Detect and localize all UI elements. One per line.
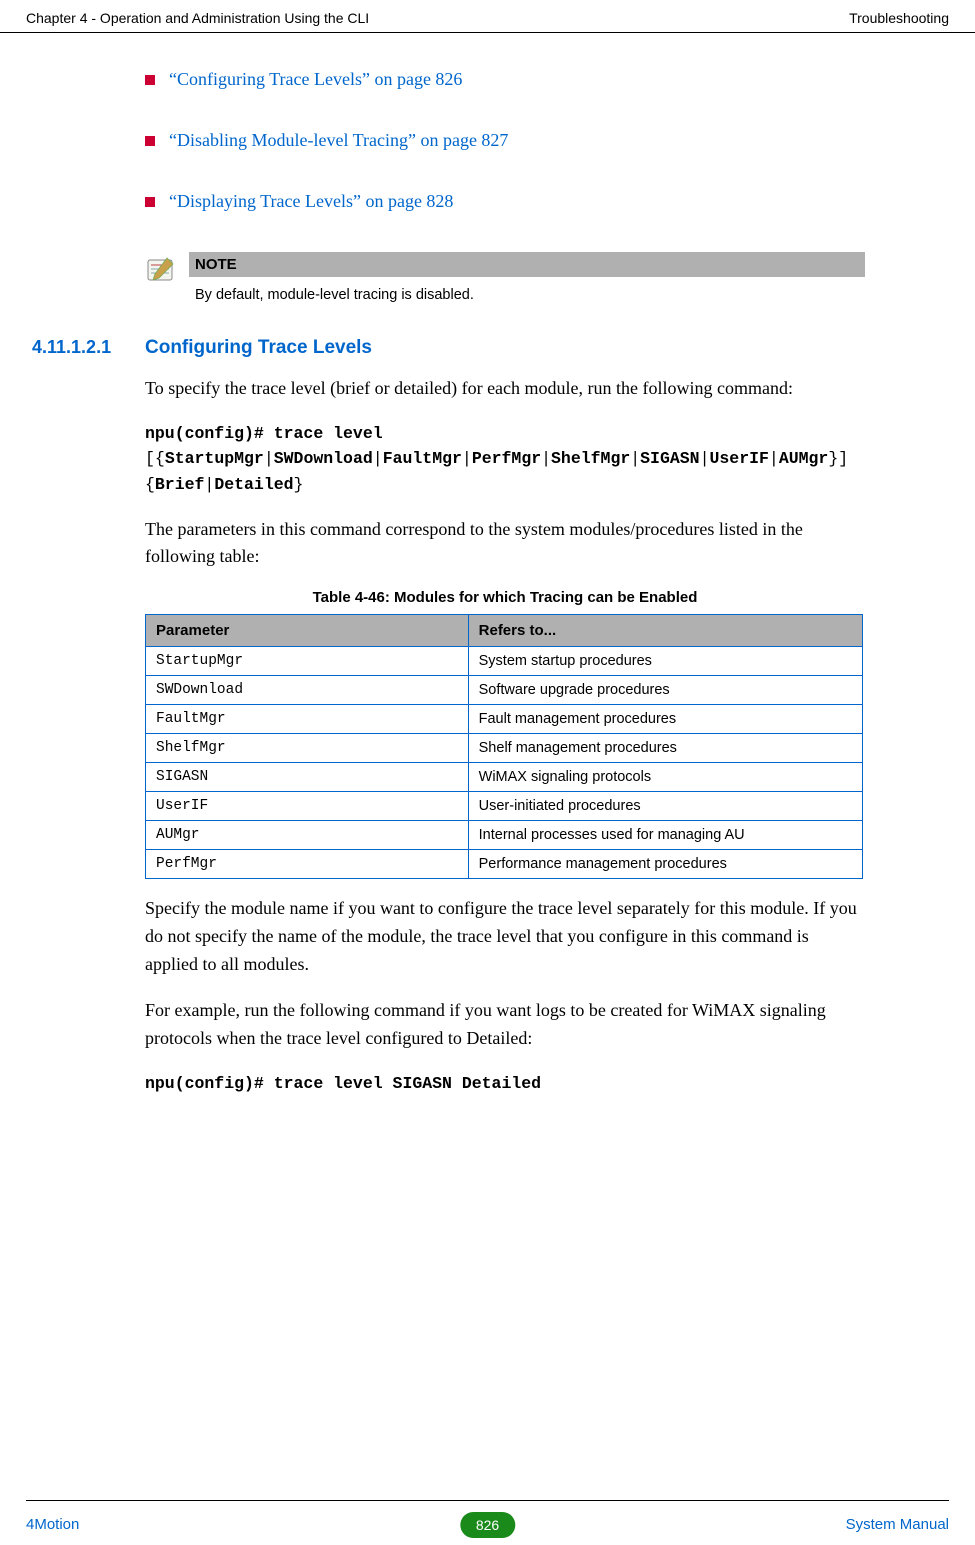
table-row: StartupMgrSystem startup procedures <box>146 647 863 676</box>
code-token: UserIF <box>709 449 768 468</box>
header-right: Troubleshooting <box>849 10 949 26</box>
section-heading: 4.11.1.2.1 Configuring Trace Levels <box>30 337 865 359</box>
note-icon <box>145 252 189 313</box>
page-header: Chapter 4 - Operation and Administration… <box>0 0 975 33</box>
table-header-row: Parameter Refers to... <box>146 615 863 647</box>
table-cell: SIGASN <box>146 763 469 792</box>
bullet-icon <box>145 197 155 207</box>
xref-item: “Configuring Trace Levels” on page 826 <box>145 69 865 90</box>
code-line: npu(config)# trace level <box>145 424 383 443</box>
code-token: ShelfMgr <box>551 449 630 468</box>
paragraph: The parameters in this command correspon… <box>145 516 865 572</box>
code-token: PerfMgr <box>472 449 541 468</box>
table-cell: Performance management procedures <box>468 850 862 879</box>
table-cell: UserIF <box>146 792 469 821</box>
table-cell: System startup procedures <box>468 647 862 676</box>
table-cell: FaultMgr <box>146 705 469 734</box>
xref-link[interactable]: “Disabling Module-level Tracing” on page… <box>169 130 508 151</box>
table-cell: WiMAX signaling protocols <box>468 763 862 792</box>
table-row: SIGASNWiMAX signaling protocols <box>146 763 863 792</box>
table-row: AUMgrInternal processes used for managin… <box>146 821 863 850</box>
table-row: FaultMgrFault management procedures <box>146 705 863 734</box>
code-punct: [{ <box>145 449 165 468</box>
main-content: “Configuring Trace Levels” on page 826 “… <box>0 69 975 1096</box>
paragraph: For example, run the following command i… <box>145 997 865 1053</box>
footer-left: 4Motion <box>26 1516 488 1533</box>
code-token: SIGASN <box>640 449 699 468</box>
paragraph: Specify the module name if you want to c… <box>145 895 865 979</box>
footer-center: 826 <box>460 1512 515 1538</box>
table-cell: AUMgr <box>146 821 469 850</box>
code-opt: Detailed <box>214 475 293 494</box>
table-row: UserIFUser-initiated procedures <box>146 792 863 821</box>
code-opt: Brief <box>155 475 205 494</box>
xref-item: “Displaying Trace Levels” on page 828 <box>145 191 865 212</box>
code-token: SWDownload <box>274 449 373 468</box>
table-cell: PerfMgr <box>146 850 469 879</box>
table-cell: Software upgrade procedures <box>468 676 862 705</box>
table-row: ShelfMgrShelf management procedures <box>146 734 863 763</box>
xref-link[interactable]: “Displaying Trace Levels” on page 828 <box>169 191 453 212</box>
code-punct: } <box>294 475 304 494</box>
table-cell: SWDownload <box>146 676 469 705</box>
code-line: npu(config)# trace level SIGASN Detailed <box>145 1074 541 1093</box>
header-left: Chapter 4 - Operation and Administration… <box>26 10 369 26</box>
table-cell: ShelfMgr <box>146 734 469 763</box>
note-body: By default, module-level tracing is disa… <box>189 277 865 313</box>
xref-item: “Disabling Module-level Tracing” on page… <box>145 130 865 151</box>
note-content: NOTE By default, module-level tracing is… <box>189 252 865 313</box>
page-footer: 4Motion 826 System Manual <box>0 1516 975 1533</box>
table-caption: Table 4-46: Modules for which Tracing ca… <box>145 589 865 606</box>
code-block: npu(config)# trace level SIGASN Detailed <box>145 1071 865 1097</box>
table-cell: User-initiated procedures <box>468 792 862 821</box>
code-token: FaultMgr <box>383 449 462 468</box>
table-header: Refers to... <box>468 615 862 647</box>
section-number: 4.11.1.2.1 <box>30 337 145 359</box>
table-cell: Fault management procedures <box>468 705 862 734</box>
footer-divider <box>26 1500 949 1501</box>
paragraph: To specify the trace level (brief or det… <box>145 375 865 403</box>
code-token: AUMgr <box>779 449 829 468</box>
table-cell: Shelf management procedures <box>468 734 862 763</box>
table-row: SWDownloadSoftware upgrade procedures <box>146 676 863 705</box>
xref-list: “Configuring Trace Levels” on page 826 “… <box>145 69 865 212</box>
code-block: npu(config)# trace level [{StartupMgr|SW… <box>145 421 865 498</box>
table-header: Parameter <box>146 615 469 647</box>
footer-right: System Manual <box>488 1516 950 1533</box>
xref-link[interactable]: “Configuring Trace Levels” on page 826 <box>169 69 462 90</box>
table-cell: Internal processes used for managing AU <box>468 821 862 850</box>
bullet-icon <box>145 136 155 146</box>
modules-table: Parameter Refers to... StartupMgrSystem … <box>145 614 863 879</box>
section-title: Configuring Trace Levels <box>145 337 372 359</box>
note-block: NOTE By default, module-level tracing is… <box>145 252 865 313</box>
table-cell: StartupMgr <box>146 647 469 676</box>
bullet-icon <box>145 75 155 85</box>
page-number-badge: 826 <box>460 1512 515 1538</box>
table-row: PerfMgrPerformance management procedures <box>146 850 863 879</box>
note-label: NOTE <box>189 252 865 277</box>
code-token: StartupMgr <box>165 449 264 468</box>
